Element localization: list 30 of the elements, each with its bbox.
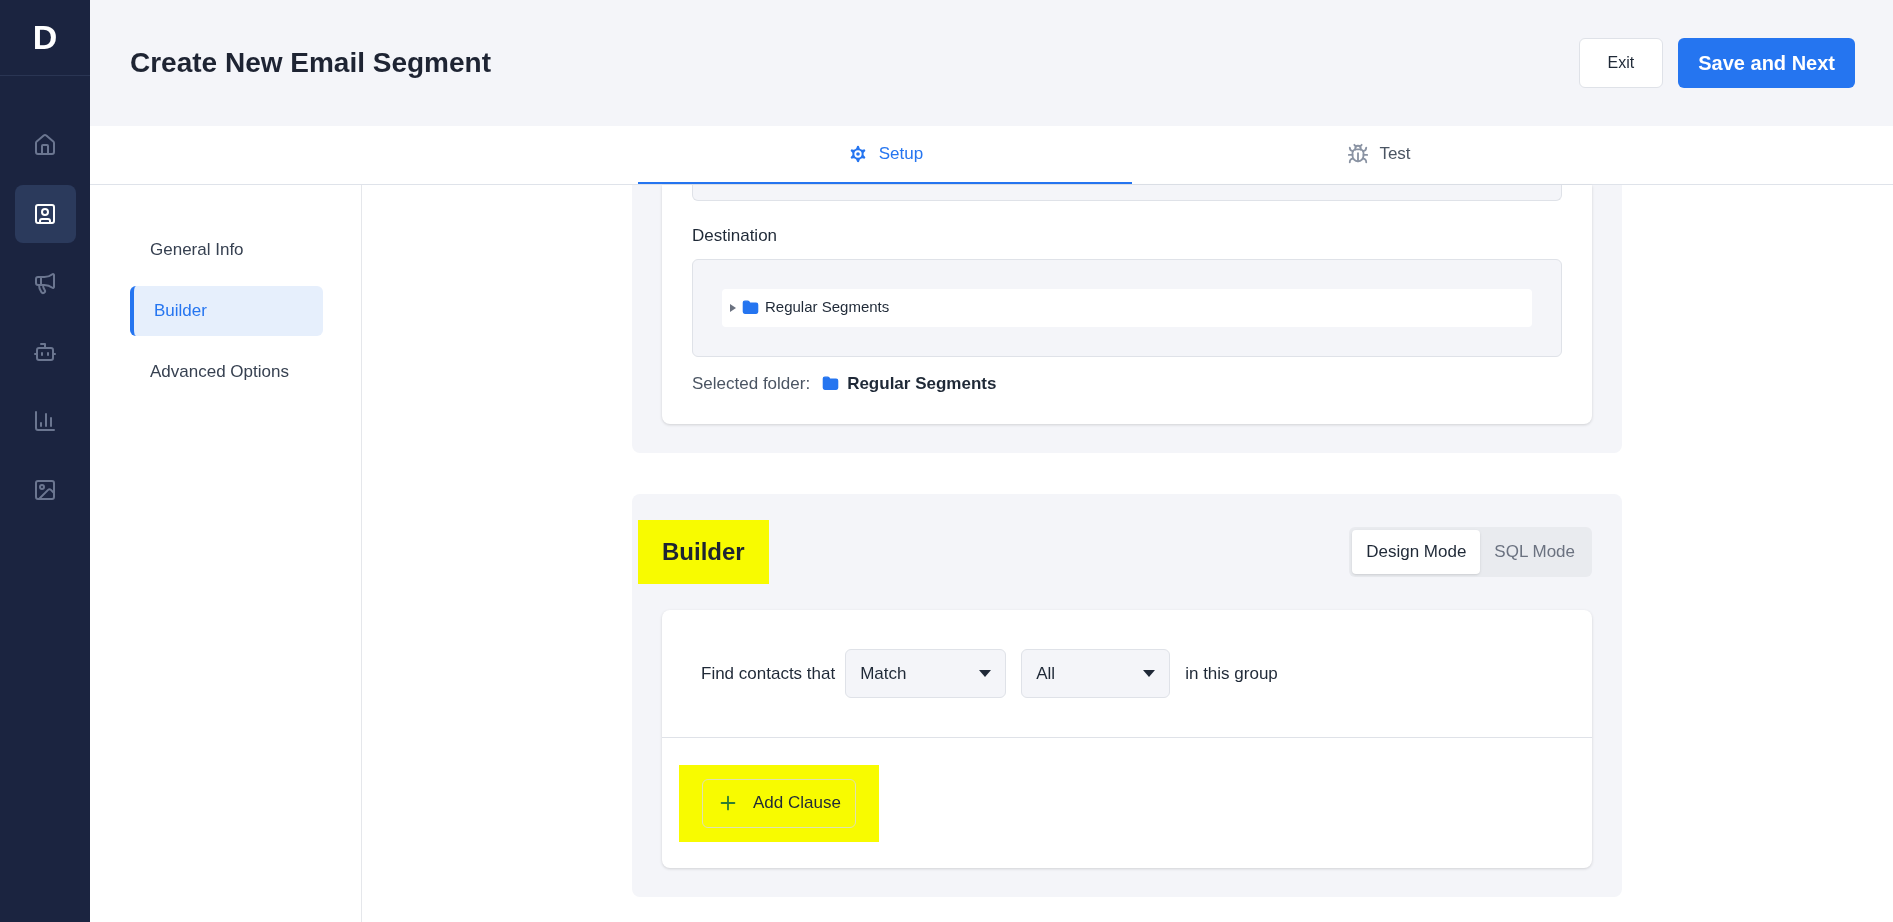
sidebar-item[interactable] — [14, 185, 76, 243]
caret-icon — [979, 670, 992, 677]
bug-icon — [1347, 143, 1370, 165]
tab[interactable]: Test — [1132, 126, 1626, 184]
mode-tab[interactable]: Design Mode — [1352, 530, 1481, 574]
folder-icon — [742, 299, 759, 316]
nav-item[interactable]: Builder — [130, 286, 323, 336]
dropdown[interactable]: Match — [845, 649, 1007, 698]
page-title: Create New Email Segment — [130, 46, 492, 80]
folder-name: Regular Segments — [765, 297, 890, 318]
expand-caret-icon[interactable] — [730, 303, 736, 312]
builder-title: Builder — [638, 520, 769, 584]
mode-tab[interactable]: SQL Mode — [1480, 530, 1589, 574]
logo[interactable]: D — [32, 12, 58, 63]
exit-button[interactable]: Exit — [1578, 38, 1664, 88]
rule-suffix: in this group — [1185, 662, 1278, 685]
nav-item[interactable]: Advanced Options — [130, 347, 323, 397]
dropdown[interactable]: All — [1021, 649, 1171, 698]
save-button[interactable]: Save and Next — [1678, 38, 1855, 88]
tree-item[interactable]: Regular Segments — [722, 288, 1532, 327]
selected-folder-name: Regular Segments — [847, 372, 997, 395]
add-clause-button[interactable]: Add Clause — [702, 778, 856, 828]
folder-icon — [822, 374, 840, 392]
home-icon — [33, 133, 57, 157]
selected-folder-label: Selected folder: — [692, 372, 811, 395]
destination-label: Destination — [692, 225, 779, 247]
caret-icon — [1143, 670, 1156, 677]
rule-prefix: Find contacts that — [701, 662, 836, 685]
nav-item[interactable]: General Info — [130, 225, 323, 275]
contacts-icon — [33, 202, 57, 226]
